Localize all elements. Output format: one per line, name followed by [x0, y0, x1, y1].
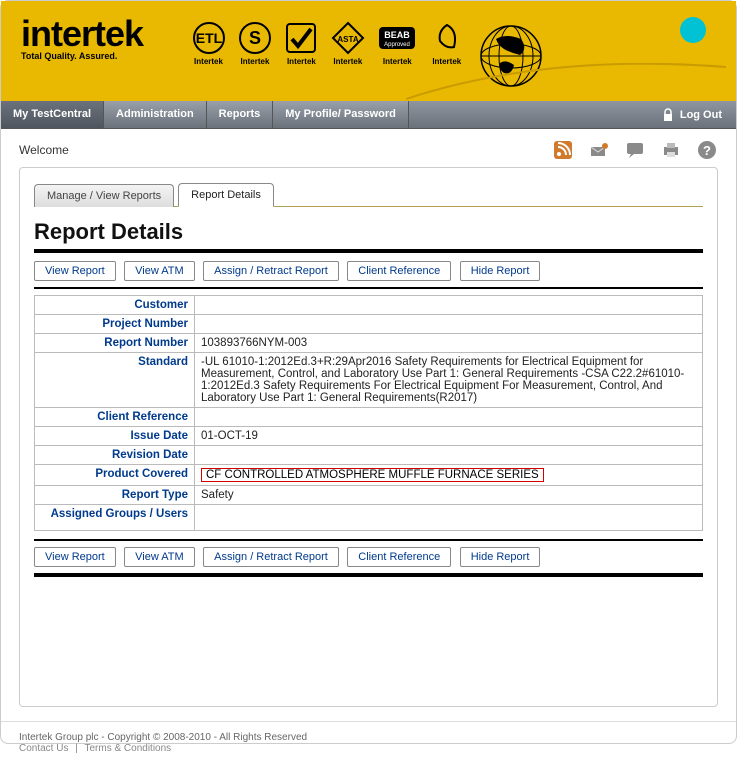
copyright-text: Intertek Group plc - Copyright © 2008-20…: [19, 732, 718, 743]
report-number-label: Report Number: [35, 334, 195, 353]
s-mark-icon: S Intertek: [238, 21, 272, 66]
table-row: Product Covered CF CONTROLLED ATMOSPHERE …: [35, 465, 703, 486]
logout-button[interactable]: Log Out: [652, 101, 736, 128]
table-row: Report Number103893766NYM-003: [35, 334, 703, 353]
brand-wordmark: intertek: [21, 13, 143, 54]
table-row: Customer: [35, 296, 703, 315]
hide-report-button[interactable]: Hide Report: [460, 261, 541, 281]
main-nav: My TestCentral Administration Reports My…: [1, 101, 736, 129]
customer-label: Customer: [35, 296, 195, 315]
view-report-button[interactable]: View Report: [34, 261, 116, 281]
welcome-bar: Welcome ?: [19, 139, 718, 161]
svg-text:ASTA: ASTA: [337, 35, 358, 44]
tab-report-details[interactable]: Report Details: [178, 183, 274, 207]
header-banner: intertek Total Quality. Assured. ETL Int…: [1, 1, 736, 101]
logout-label: Log Out: [680, 109, 722, 121]
table-row: Report TypeSafety: [35, 486, 703, 505]
rss-icon[interactable]: [552, 139, 574, 161]
assign-retract-button[interactable]: Assign / Retract Report: [203, 547, 339, 567]
etl-mark-icon: ETL Intertek: [192, 21, 226, 66]
assigned-groups-value: [195, 505, 703, 531]
lock-icon: [662, 108, 674, 122]
mailbox-icon[interactable]: [588, 139, 610, 161]
print-icon[interactable]: [660, 139, 682, 161]
terms-link[interactable]: Terms & Conditions: [84, 743, 171, 754]
report-card: Manage / View Reports Report Details Rep…: [19, 167, 718, 707]
page-title: Report Details: [34, 219, 703, 245]
client-reference-value: [195, 408, 703, 427]
view-atm-button[interactable]: View ATM: [124, 261, 195, 281]
tab-manage-view-reports[interactable]: Manage / View Reports: [34, 184, 174, 207]
svg-text:S: S: [249, 28, 261, 48]
client-reference-button[interactable]: Client Reference: [347, 547, 451, 567]
svg-text:BEAB: BEAB: [385, 30, 411, 40]
separator: [34, 249, 703, 253]
svg-text:ETL: ETL: [195, 30, 222, 46]
report-number-value: 103893766NYM-003: [195, 334, 703, 353]
report-type-value: Safety: [195, 486, 703, 505]
client-reference-label: Client Reference: [35, 408, 195, 427]
assign-retract-button[interactable]: Assign / Retract Report: [203, 261, 339, 281]
revision-date-label: Revision Date: [35, 446, 195, 465]
leaf-mark-icon: Intertek: [430, 21, 464, 66]
status-dot: [680, 17, 706, 43]
project-number-label: Project Number: [35, 315, 195, 334]
table-row: Client Reference: [35, 408, 703, 427]
nav-my-testcentral[interactable]: My TestCentral: [1, 101, 104, 128]
product-covered-highlight: CF CONTROLLED ATMOSPHERE MUFFLE FURNACE …: [201, 468, 544, 482]
revision-date-value: [195, 446, 703, 465]
assigned-groups-label: Assigned Groups / Users: [35, 505, 195, 531]
brand-logo: intertek Total Quality. Assured.: [21, 13, 143, 61]
standard-label: Standard: [35, 353, 195, 408]
project-number-value: [195, 315, 703, 334]
separator: [34, 287, 703, 289]
svg-text:Approved: Approved: [384, 42, 410, 48]
welcome-text: Welcome: [19, 143, 538, 157]
customer-value: [195, 296, 703, 315]
details-table: Customer Project Number Report Number103…: [34, 295, 703, 531]
check-mark-icon: Intertek: [284, 21, 318, 66]
contact-us-link[interactable]: Contact Us: [19, 743, 68, 754]
button-row-bottom: View Report View ATM Assign / Retract Re…: [34, 547, 703, 567]
chat-icon[interactable]: [624, 139, 646, 161]
svg-text:?: ?: [703, 143, 711, 158]
table-row: Issue Date01-OCT-19: [35, 427, 703, 446]
nav-reports[interactable]: Reports: [207, 101, 274, 128]
footer: Intertek Group plc - Copyright © 2008-20…: [1, 721, 736, 764]
asta-mark-icon: ASTA Intertek: [331, 21, 365, 66]
help-icon[interactable]: ?: [696, 139, 718, 161]
product-covered-label: Product Covered: [35, 465, 195, 486]
button-row-top: View Report View ATM Assign / Retract Re…: [34, 261, 703, 281]
tab-bar: Manage / View Reports Report Details: [34, 182, 703, 207]
table-row: Project Number: [35, 315, 703, 334]
nav-profile-password[interactable]: My Profile/ Password: [273, 101, 409, 128]
separator: [34, 539, 703, 541]
report-type-label: Report Type: [35, 486, 195, 505]
table-row: Standard-UL 61010-1:2012Ed.3+R:29Apr2016…: [35, 353, 703, 408]
standard-value: -UL 61010-1:2012Ed.3+R:29Apr2016 Safety …: [195, 353, 703, 408]
view-report-button[interactable]: View Report: [34, 547, 116, 567]
table-row: Assigned Groups / Users: [35, 505, 703, 531]
beab-mark-icon: BEABApproved Intertek: [377, 21, 417, 66]
table-row: Revision Date: [35, 446, 703, 465]
issue-date-value: 01-OCT-19: [195, 427, 703, 446]
banner-swoosh: [406, 63, 726, 103]
nav-administration[interactable]: Administration: [104, 101, 207, 128]
product-covered-value: CF CONTROLLED ATMOSPHERE MUFFLE FURNACE …: [195, 465, 703, 486]
client-reference-button[interactable]: Client Reference: [347, 261, 451, 281]
issue-date-label: Issue Date: [35, 427, 195, 446]
hide-report-button[interactable]: Hide Report: [460, 547, 541, 567]
footer-separator: |: [75, 743, 78, 754]
view-atm-button[interactable]: View ATM: [124, 547, 195, 567]
separator: [34, 573, 703, 577]
